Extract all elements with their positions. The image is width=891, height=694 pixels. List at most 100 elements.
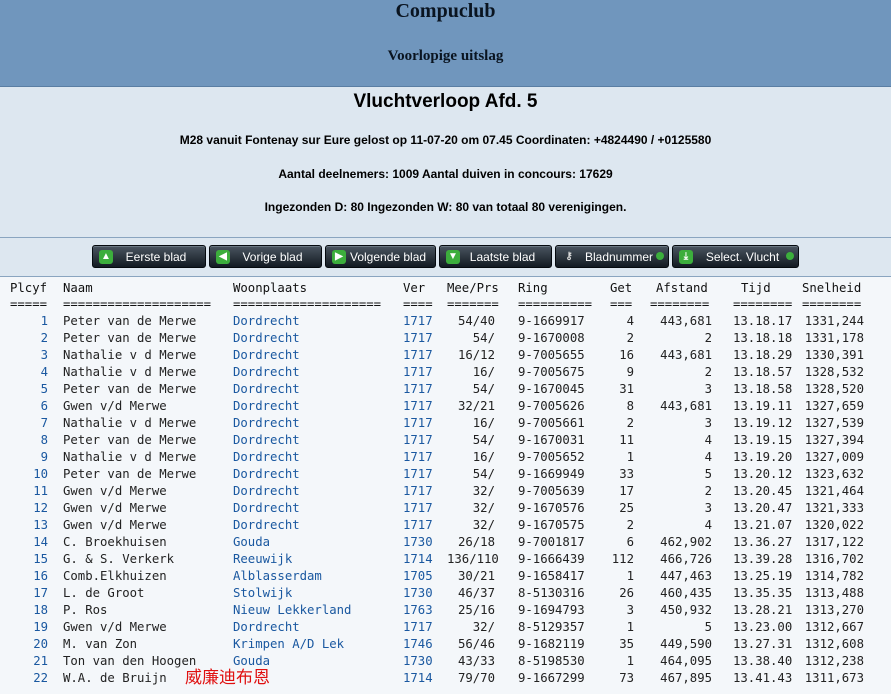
place-link[interactable]: 6: [6, 399, 48, 413]
club-link[interactable]: 1717: [403, 365, 433, 379]
club-link[interactable]: 1717: [403, 433, 433, 447]
table-row: 18 P. Ros Nieuw Lekkerland 1763 25/16 9-16947…: [0, 603, 891, 620]
distance-cell: 443,681: [660, 348, 712, 362]
club-link[interactable]: 1730: [403, 586, 433, 600]
get-cell: 11: [619, 433, 634, 447]
time-cell: 13.41.43: [733, 671, 793, 685]
club-link[interactable]: 1717: [403, 467, 433, 481]
next-page-button[interactable]: ▶ Volgende blad: [325, 245, 436, 268]
watermark: 威廉迪布恩: [185, 668, 270, 688]
town-link[interactable]: Dordrecht: [233, 399, 300, 413]
club-link[interactable]: 1717: [403, 484, 433, 498]
town-link[interactable]: Dordrecht: [233, 450, 300, 464]
club-link[interactable]: 1717: [403, 620, 433, 634]
first-page-button[interactable]: ▲ Eerste blad: [92, 245, 206, 268]
town-link[interactable]: Stolwijk: [233, 586, 292, 600]
last-page-button[interactable]: ▼ Laatste blad: [439, 245, 552, 268]
town-link[interactable]: Nieuw Lekkerland: [233, 603, 351, 617]
town-link[interactable]: Dordrecht: [233, 518, 300, 532]
place-link[interactable]: 1: [6, 314, 48, 328]
distance-cell: 460,435: [660, 586, 712, 600]
place-link[interactable]: 20: [6, 637, 48, 651]
town-link[interactable]: Dordrecht: [233, 467, 300, 481]
time-cell: 13.36.27: [733, 535, 793, 549]
town-link[interactable]: Dordrecht: [233, 314, 300, 328]
place-link[interactable]: 15: [6, 552, 48, 566]
club-link[interactable]: 1717: [403, 501, 433, 515]
mee-cell: 54/40: [457, 314, 495, 328]
club-link[interactable]: 1717: [403, 450, 433, 464]
town-link[interactable]: Reeuwijk: [233, 552, 292, 566]
previous-page-button[interactable]: ◀ Vorige blad: [209, 245, 322, 268]
place-link[interactable]: 12: [6, 501, 48, 515]
town-link[interactable]: Dordrecht: [233, 416, 300, 430]
place-link[interactable]: 5: [6, 382, 48, 396]
club-link[interactable]: 1717: [403, 382, 433, 396]
club-link[interactable]: 1717: [403, 314, 433, 328]
ring-cell: 9-7005639: [518, 484, 585, 498]
time-cell: 13.18.58: [733, 382, 793, 396]
town-link[interactable]: Alblasserdam: [233, 569, 322, 583]
distance-cell: 2: [704, 331, 712, 345]
place-link[interactable]: 9: [6, 450, 48, 464]
club-link[interactable]: 1763: [403, 603, 433, 617]
mee-cell: 16/: [472, 365, 495, 379]
town-link[interactable]: Gouda: [233, 535, 270, 549]
place-link[interactable]: 17: [6, 586, 48, 600]
club-link[interactable]: 1730: [403, 654, 433, 668]
club-link[interactable]: 1705: [403, 569, 433, 583]
get-cell: 2: [626, 518, 634, 532]
go-arrow-icon: [656, 252, 664, 260]
table-row: 11 Gwen v/d Merwe Dordrecht 1717 32/9-700563…: [0, 484, 891, 501]
page-number-button[interactable]: ⚷ Bladnummer: [555, 245, 669, 268]
place-link[interactable]: 7: [6, 416, 48, 430]
time-cell: 13.18.17: [733, 314, 793, 328]
town-link[interactable]: Krimpen A/D Lek: [233, 637, 344, 651]
club-link[interactable]: 1714: [403, 671, 433, 685]
place-link[interactable]: 22: [6, 671, 48, 685]
mee-cell: 16/12: [457, 348, 495, 362]
place-link[interactable]: 3: [6, 348, 48, 362]
place-link[interactable]: 13: [6, 518, 48, 532]
club-link[interactable]: 1717: [403, 416, 433, 430]
select-flight-button[interactable]: ⤓ Select. Vlucht: [672, 245, 799, 268]
place-link[interactable]: 8: [6, 433, 48, 447]
town-link[interactable]: Dordrecht: [233, 382, 300, 396]
distance-cell: 3: [704, 416, 712, 430]
club-link[interactable]: 1717: [403, 331, 433, 345]
participants-info: Aantal deelnemers: 1009 Aantal duiven in…: [278, 167, 613, 181]
place-link[interactable]: 16: [6, 569, 48, 583]
get-cell: 6: [626, 535, 634, 549]
place-link[interactable]: 21: [6, 654, 48, 668]
place-link[interactable]: 2: [6, 331, 48, 345]
club-link[interactable]: 1717: [403, 518, 433, 532]
town-link[interactable]: Dordrecht: [233, 348, 300, 362]
town-link[interactable]: Dordrecht: [233, 484, 300, 498]
club-link[interactable]: 1730: [403, 535, 433, 549]
name-cell: Nathalie v d Merwe: [63, 450, 197, 464]
distance-cell: 450,932: [660, 603, 712, 617]
speed-cell: 1331,178: [804, 331, 864, 345]
place-link[interactable]: 18: [6, 603, 48, 617]
distance-cell: 4: [704, 450, 712, 464]
place-link[interactable]: 11: [6, 484, 48, 498]
place-link[interactable]: 19: [6, 620, 48, 634]
mee-cell: 25/16: [457, 603, 495, 617]
town-link[interactable]: Dordrecht: [233, 620, 300, 634]
club-link[interactable]: 1714: [403, 552, 433, 566]
place-link[interactable]: 14: [6, 535, 48, 549]
town-link[interactable]: Dordrecht: [233, 331, 300, 345]
col-header-place: Plcyf: [10, 281, 48, 295]
town-link[interactable]: Dordrecht: [233, 365, 300, 379]
name-cell: M. van Zon: [63, 637, 138, 651]
town-link[interactable]: Dordrecht: [233, 433, 300, 447]
speed-cell: 1330,391: [804, 348, 864, 362]
club-link[interactable]: 1746: [403, 637, 433, 651]
ring-cell: 9-1658417: [518, 569, 585, 583]
club-link[interactable]: 1717: [403, 348, 433, 362]
ring-cell: 9-7001817: [518, 535, 585, 549]
place-link[interactable]: 4: [6, 365, 48, 379]
town-link[interactable]: Dordrecht: [233, 501, 300, 515]
place-link[interactable]: 10: [6, 467, 48, 481]
club-link[interactable]: 1717: [403, 399, 433, 413]
